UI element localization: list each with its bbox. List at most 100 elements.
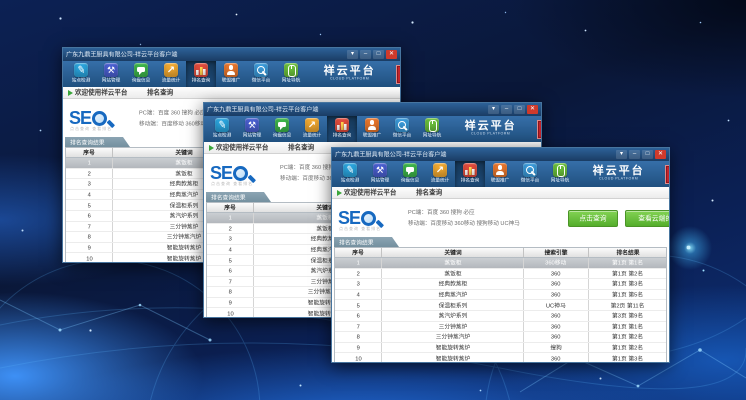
toolbar-item[interactable]: 微信平台 <box>515 161 545 187</box>
window-controls: ▾ – □ ✕ <box>488 105 538 114</box>
minimize-button[interactable]: – <box>501 105 512 114</box>
cell-keyword: 蒸饭柜 <box>175 169 192 177</box>
magnifier-o-icon <box>92 111 107 126</box>
skin-button[interactable]: ▾ <box>616 150 627 159</box>
skin-button[interactable]: ▾ <box>488 105 499 114</box>
magnifier-o-icon <box>361 211 376 226</box>
table-row[interactable]: 7 三分钟蒸炉 360 第1页 第1名 <box>335 322 666 333</box>
close-button[interactable]: ✕ <box>655 150 666 159</box>
window-titlebar[interactable]: 广东九鼎王厨具有限公司-祥云平台客户端 ▾ – □ ✕ <box>332 148 669 161</box>
toolbar-item[interactable]: 微信平台 <box>387 116 417 142</box>
toolbar-item[interactable]: 网址导航 <box>276 61 306 87</box>
cell-keyword: 蒸汽炉系列 <box>169 212 198 220</box>
maximize-button[interactable]: □ <box>373 50 384 59</box>
skin-button[interactable]: ▾ <box>347 50 358 59</box>
toolbar-item[interactable]: 询盘信息 <box>267 116 297 142</box>
toolbar-items: 站点检测 网站管理 询盘信息 流量统计 <box>207 116 447 142</box>
tab-ranking-results[interactable]: 排名查询结果 <box>65 137 130 147</box>
brand-seal-icon: 祥 <box>665 165 670 184</box>
table-row[interactable]: 1 蒸饭柜 360移动 第1页 第1名 <box>335 258 666 269</box>
seo-logo-text: SE <box>338 209 360 227</box>
toolbar-item[interactable]: 网址导航 <box>417 116 447 142</box>
toolbar-item[interactable]: 询盘信息 <box>395 161 425 187</box>
window-titlebar[interactable]: 广东九鼎王厨具有限公司-祥云平台客户端 ▾ – □ ✕ <box>204 103 541 116</box>
toolbar-item[interactable]: 网站管理 <box>237 116 267 142</box>
close-button[interactable]: ✕ <box>527 105 538 114</box>
toolbar-item[interactable]: 网站管理 <box>96 61 126 87</box>
toolbar-item-label: 网站管理 <box>102 77 121 83</box>
table-row[interactable]: 5 保温柜系列 UC神马 第2页 第11名 <box>335 300 666 311</box>
brand-logo: 祥云平台 CLOUD PLATFORM 祥 <box>575 161 670 187</box>
close-button[interactable]: ✕ <box>386 50 397 59</box>
tab-ranking-results[interactable]: 排名查询结果 <box>206 192 271 202</box>
mouse-icon <box>553 163 567 177</box>
toolbar-item[interactable]: 流量统计 <box>425 161 455 187</box>
toolbar-item[interactable]: 站点检测 <box>335 161 365 187</box>
breadcrumb-welcome: 欢迎使用祥云平台 <box>75 88 127 97</box>
toolbar-item[interactable]: 站点检测 <box>66 61 96 87</box>
linechart-icon <box>164 63 178 77</box>
table-row[interactable]: 6 蒸汽炉系列 360 第3页 第9名 <box>335 311 666 322</box>
breadcrumb-page: 排名查询 <box>147 88 173 97</box>
toolbar-item-label: 排名查询 <box>333 132 352 138</box>
seo-tagline: 点击查询 查看排名 <box>339 226 381 232</box>
toolbar-item[interactable]: 站点检测 <box>207 116 237 142</box>
toolbar-item[interactable]: 联盟推广 <box>357 116 387 142</box>
cell-engine: 360 <box>551 323 561 329</box>
cell-engine: UC神马 <box>546 301 566 309</box>
maximize-button[interactable]: □ <box>642 150 653 159</box>
cell-engine: 360 <box>551 355 561 361</box>
flag-icon <box>68 90 73 96</box>
seo-logo-text: SE <box>210 164 232 182</box>
table-row[interactable]: 8 三分钟蒸汽炉 360 第1页 第2名 <box>335 332 666 343</box>
cell-engine: 360移动 <box>545 259 566 267</box>
tab-row: 排名查询结果 <box>332 237 669 247</box>
toolbar-item[interactable]: 微信平台 <box>246 61 276 87</box>
table-row[interactable]: 9 智能旋转蒸炉 搜狗 第1页 第2名 <box>335 343 666 354</box>
toolbar-item[interactable]: 排名查询 <box>327 116 357 142</box>
brand-logo: 祥云平台 CLOUD PLATFORM 祥 <box>447 116 542 142</box>
toolbar-item[interactable]: 网址导航 <box>545 161 575 187</box>
toolbar-items: 站点检测 网站管理 询盘信息 流量统计 <box>335 161 575 187</box>
mouse-icon <box>284 63 298 77</box>
cell-no: 8 <box>228 289 231 295</box>
toolbar-item[interactable]: 网站管理 <box>365 161 395 187</box>
cell-rank: 第1页 第3名 <box>612 354 643 362</box>
header-keyword: 关键词 <box>175 149 192 157</box>
cell-no: 10 <box>355 355 361 361</box>
brand-seal-icon: 祥 <box>537 120 542 139</box>
brand-name: 祥云平台 <box>575 166 662 177</box>
minimize-button[interactable]: – <box>360 50 371 59</box>
toolbar-item[interactable]: 询盘信息 <box>126 61 156 87</box>
toolbar-item[interactable]: 流量统计 <box>156 61 186 87</box>
table-row[interactable]: 2 蒸饭柜 360 第1页 第2名 <box>335 269 666 280</box>
tab-ranking-results[interactable]: 排名查询结果 <box>334 237 399 247</box>
table-row[interactable]: 3 经典款蒸柜 360 第1页 第3名 <box>335 279 666 290</box>
toolbar-item[interactable]: 联盟推广 <box>216 61 246 87</box>
minimize-button[interactable]: – <box>629 150 640 159</box>
magnifier-icon <box>254 63 268 77</box>
toolbar-item[interactable]: 排名查询 <box>186 61 216 87</box>
window-controls: ▾ – □ ✕ <box>347 50 397 59</box>
cell-no: 6 <box>228 268 231 274</box>
toolbar-item-label: 询盘信息 <box>401 177 420 183</box>
toolbar-item-label: 询盘信息 <box>132 77 151 83</box>
table-row[interactable]: 4 经典蒸汽炉 360 第1页 第5名 <box>335 290 666 301</box>
toolbar-item-label: 网址导航 <box>282 77 301 83</box>
cell-rank: 第1页 第2名 <box>612 333 643 341</box>
window-titlebar[interactable]: 广东九鼎王厨具有限公司-祥云平台客户端 ▾ – □ ✕ <box>63 48 400 61</box>
flag-icon <box>209 145 214 151</box>
toolbar-item[interactable]: 流量统计 <box>297 116 327 142</box>
people-icon <box>493 163 507 177</box>
view-cloud-ranking-button[interactable]: 查看云端的排名 <box>625 210 670 227</box>
cell-no: 1 <box>356 260 359 266</box>
toolbar-item[interactable]: 联盟推广 <box>485 161 515 187</box>
toolbar-item[interactable]: 排名查询 <box>455 161 485 187</box>
tools-icon <box>373 163 387 177</box>
table-row[interactable]: 10 智能旋转蒸炉 360 第1页 第3名 <box>335 353 666 363</box>
toolbar-items: 站点检测 网站管理 询盘信息 流量统计 <box>66 61 306 87</box>
maximize-button[interactable]: □ <box>514 105 525 114</box>
query-button[interactable]: 点击查询 <box>568 210 618 227</box>
cell-no: 1 <box>228 215 231 221</box>
toolbar-item-label: 联盟推广 <box>222 77 241 83</box>
